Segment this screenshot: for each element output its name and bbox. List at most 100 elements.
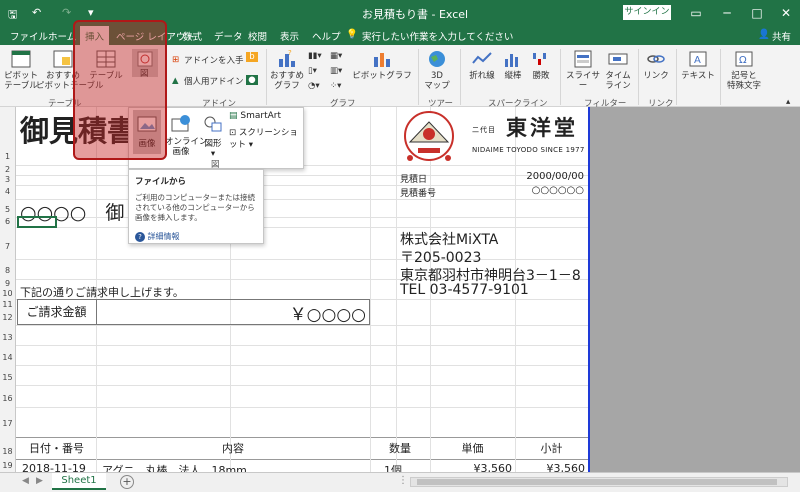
date-label[interactable]: 見積日 [400,172,427,185]
row-header[interactable]: 6 [0,217,16,227]
row-header[interactable]: 7 [0,227,16,259]
qat-more-icon[interactable]: ▾ [88,6,94,19]
amount-label[interactable]: ご請求金額 [17,303,96,320]
pivot-chart-icon [374,53,390,67]
table-border [16,459,588,460]
ribbon-display-button[interactable]: ▭ [681,2,711,24]
row-header[interactable]: 11 [0,299,16,311]
people-icon[interactable]: ● [246,75,258,85]
divider [720,49,721,105]
tab-help[interactable]: ヘルプ [312,29,341,43]
collapse-ribbon-icon[interactable]: ▴ [786,97,790,107]
statistic-chart-icon[interactable]: ▥▾ [330,66,342,76]
selected-cell[interactable] [17,216,57,228]
bing-icon[interactable]: b [246,52,258,62]
tooltip-more-link[interactable]: ? 詳細情報 [135,231,257,242]
date-value[interactable]: 2000/00/00 [488,171,584,182]
gridline [16,407,588,408]
share-button[interactable]: 共有 [772,29,791,43]
maximize-button[interactable]: □ [742,2,772,24]
header-unit-price[interactable]: 単価 [430,440,515,456]
hierarchy-chart-icon[interactable]: ▦▾ [330,51,342,61]
postal-code[interactable]: 〒205-0023 [400,247,481,267]
header-subtotal[interactable]: 小計 [515,440,588,456]
share-icon[interactable]: 👤 [758,29,770,40]
number-value[interactable]: ○○○○○○ [488,185,584,196]
row-header[interactable]: 19 [0,459,16,472]
row-header[interactable]: 10 [0,289,16,299]
row-header[interactable]: 13 [0,325,16,345]
signin-button[interactable]: サインイン [623,5,671,20]
column-chart-icon[interactable]: ▮▮▾ [308,51,322,61]
row-header[interactable]: 8 [0,259,16,279]
amount-value[interactable]: ￥○○○○ [200,300,366,325]
tab-view[interactable]: 表示 [280,29,299,43]
tab-review[interactable]: 校閲 [248,29,267,43]
row-header[interactable]: 15 [0,365,16,385]
row-header[interactable]: 12 [0,311,16,325]
row-header[interactable]: 5 [0,199,16,217]
pie-chart-icon[interactable]: ◔▾ [308,81,320,91]
sparkline-line-button[interactable]: 折れ線 [466,49,498,81]
personal-addins-button[interactable]: 個人用アドイン [184,77,244,87]
horizontal-scrollbar[interactable] [410,477,788,487]
text-button[interactable]: A テキスト [680,49,716,81]
sparkline-winloss-icon [533,53,546,65]
row-header[interactable]: 2 [0,165,16,175]
screenshot-icon: ⊡ [229,128,237,138]
header-date[interactable]: 日付・番号 [17,440,96,456]
minimize-button[interactable]: ─ [712,2,742,24]
row-header[interactable]: 3 [0,175,16,185]
next-sheet-icon[interactable]: ▶ [36,476,43,486]
screenshot-button[interactable]: ⊡ スクリーンショット ▾ [229,126,303,150]
shapes-button[interactable]: 図形 ▾ [199,110,227,159]
header-quantity[interactable]: 数量 [370,440,430,456]
waterfall-chart-icon[interactable]: ▯▾ [308,66,317,76]
row-header[interactable]: 17 [0,407,16,437]
3d-map-button[interactable]: 3D マップ [422,49,452,91]
sparkline-winloss-button[interactable]: 勝敗 [528,49,554,81]
timeline-button[interactable]: タイム ライン [604,49,632,91]
redo-icon[interactable]: ↷ [62,6,71,19]
sparkline-column-button[interactable]: 縦棒 [500,49,526,81]
row-header[interactable]: 1 [0,107,16,165]
prev-sheet-icon[interactable]: ◀ [22,476,29,486]
tab-data[interactable]: データ [214,29,243,43]
row-header[interactable]: 14 [0,345,16,365]
save-icon[interactable]: 🖫 [8,6,17,25]
personal-addins-icon: ▲ [172,76,179,86]
header-content[interactable]: 内容 [96,440,370,456]
add-sheet-button[interactable]: + [120,475,134,489]
intro-text[interactable]: 下記の通りご請求申し上げます。 [20,284,184,300]
online-image-button[interactable]: オンライン 画像 [165,110,208,157]
number-label[interactable]: 見積番号 [400,186,436,199]
table-border [16,437,588,438]
close-button[interactable]: ✕ [771,2,800,24]
undo-icon[interactable]: ↶ [32,6,41,19]
tab-file[interactable]: ファイル [10,29,48,43]
row-header[interactable]: 18 [0,437,16,459]
tell-me-box[interactable]: 実行したい作業を入力してください [362,29,513,43]
tooltip: ファイルから ご利用のコンピューターまたは接続されている他のコンピューターから画… [128,169,264,244]
tab-formulas[interactable]: 数式 [183,29,202,43]
row-header[interactable]: 4 [0,185,16,199]
smartart-button[interactable]: ▤ SmartArt [229,111,281,121]
recommended-charts-button[interactable]: ? おすすめ グラフ [270,49,304,91]
tab-home[interactable]: ホーム [48,29,76,43]
tab-scroll-handle[interactable]: ⋮ [398,475,408,486]
row-header[interactable]: 9 [0,279,16,289]
row-header[interactable]: 16 [0,385,16,407]
scatter-chart-icon[interactable]: ⁘▾ [330,81,341,91]
smartart-icon: ▤ [229,111,238,121]
company-name[interactable]: 株式会社MiXTA [400,229,498,249]
symbols-button[interactable]: Ω 記号と 特殊文字 [724,49,764,91]
scrollbar-thumb[interactable] [417,479,777,485]
get-addins-button[interactable]: アドインを入手 [184,56,244,66]
tooltip-body: ご利用のコンピューターまたは接続されている他のコンピューターから画像を挿入します… [135,193,255,222]
sheet-tab-sheet1[interactable]: Sheet1 [52,473,106,490]
telephone[interactable]: TEL 03-4577-9101 [400,282,529,298]
pivot-chart-button[interactable]: ピボットグラフ [352,49,412,81]
slicer-button[interactable]: スライサー [564,49,602,91]
pivot-table-button[interactable]: ピボット テーブル [4,49,38,91]
link-button[interactable]: リンク [642,49,670,81]
